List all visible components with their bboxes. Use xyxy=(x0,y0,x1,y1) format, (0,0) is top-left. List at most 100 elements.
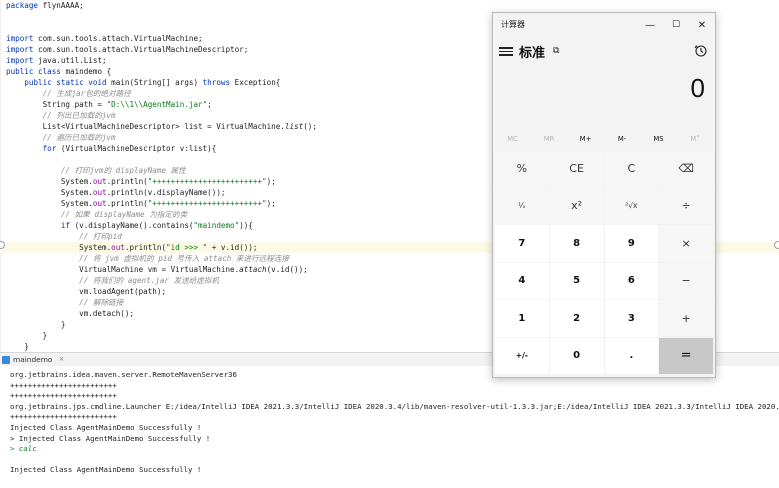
memory-button-m[interactable]: M+ xyxy=(567,131,604,147)
history-icon[interactable] xyxy=(694,44,708,58)
code-token: (v.displayName().contains( xyxy=(74,221,194,230)
close-button[interactable]: ✕ xyxy=(689,13,715,37)
code-line[interactable]: // 如果 displayName 为指定的类 xyxy=(6,209,187,220)
code-line[interactable]: // 遍历已加载的jvm xyxy=(6,132,116,143)
code-line[interactable]: List<VirtualMachineDescriptor> list = Vi… xyxy=(6,121,317,132)
console-line: Injected Class AgentMainDemo Successfull… xyxy=(10,465,202,475)
code-line[interactable]: vm.detach(); xyxy=(6,308,134,319)
scroll-marker-icon xyxy=(774,241,779,249)
code-line[interactable]: // 将我们的 agent.jar 发送给虚拟机 xyxy=(6,275,219,286)
code-line[interactable]: package flynAAAA; xyxy=(6,0,84,11)
digit-1-key[interactable]: 1 xyxy=(495,300,549,337)
code-line[interactable]: // 列出已加载的jvm xyxy=(6,110,116,121)
code-token: public static void xyxy=(24,78,112,87)
code-line[interactable]: // 打印jvm的 displayName 属性 xyxy=(6,165,186,176)
digit-7-key[interactable]: 7 xyxy=(495,225,549,262)
code-line[interactable]: VirtualMachine vm = VirtualMachine.attac… xyxy=(6,264,308,275)
code-line[interactable]: if (v.displayName().contains("maindemo")… xyxy=(6,220,253,231)
square-root-key[interactable]: ²√x xyxy=(604,187,659,224)
code-token: ; xyxy=(207,100,212,109)
code-token: System. xyxy=(6,199,93,208)
code-line[interactable]: System.out.println(v.displayName()); xyxy=(6,187,226,198)
memory-button-m[interactable]: M- xyxy=(604,131,641,147)
code-line[interactable]: for (VirtualMachineDescriptor v:list){ xyxy=(6,143,217,154)
decimal-key[interactable]: . xyxy=(604,337,659,374)
square-key[interactable]: x² xyxy=(549,187,604,224)
code-line[interactable]: public class maindemo { xyxy=(6,66,111,77)
percent-key[interactable]: % xyxy=(495,150,549,187)
memory-button-ms[interactable]: MS xyxy=(640,131,677,147)
code-token: ); xyxy=(266,177,276,186)
code-token: main(String[] args) xyxy=(111,78,203,87)
backspace-key[interactable]: ⌫ xyxy=(659,150,713,187)
memory-button-m: M˅ xyxy=(690,135,700,143)
code-line[interactable]: import java.util.List; xyxy=(6,55,107,66)
clear-key[interactable]: C xyxy=(604,150,659,187)
add-key[interactable]: + xyxy=(659,300,713,337)
close-tab-icon[interactable]: × xyxy=(58,354,64,365)
code-line[interactable]: // 将 jvm 虚拟机的 pid 号传入 attach 来进行远程连接 xyxy=(6,253,289,264)
run-tab-maindemo[interactable]: maindemo × xyxy=(2,354,64,365)
digit-2-key[interactable]: 2 xyxy=(549,300,604,337)
code-token: out xyxy=(111,243,125,252)
subtract-key[interactable]: − xyxy=(659,262,713,299)
code-token: // 遍历已加载的jvm xyxy=(6,133,116,142)
code-line[interactable]: System.out.println("++++++++++++++++++++… xyxy=(6,198,276,209)
digit-3-key[interactable]: 3 xyxy=(604,300,659,337)
console-output[interactable]: org.jetbrains.idea.maven.server.RemoteMa… xyxy=(0,366,779,488)
code-token: package xyxy=(6,1,43,10)
calculator-header: 标准 ⧉ xyxy=(493,37,715,71)
code-token: vm.loadAgent(path); xyxy=(6,287,167,296)
digit-5-key[interactable]: 5 xyxy=(549,262,604,299)
console-line: ++++++++++++++++++++++++ xyxy=(10,412,117,422)
window-title: 计算器 xyxy=(501,20,525,29)
code-token: String path = xyxy=(6,100,107,109)
clear-entry-key[interactable]: CE xyxy=(549,150,604,187)
multiply-key[interactable]: × xyxy=(659,225,713,262)
code-token: (v.id()); xyxy=(266,265,308,274)
console-line: ++++++++++++++++++++++++ xyxy=(10,391,117,401)
code-line[interactable]: } xyxy=(6,330,48,341)
menu-icon[interactable] xyxy=(499,45,513,59)
code-token: Exception{ xyxy=(234,78,281,87)
digit-0-key[interactable]: 0 xyxy=(549,337,604,374)
code-line[interactable]: import com.sun.tools.attach.VirtualMachi… xyxy=(6,44,248,55)
code-token: if xyxy=(60,221,75,230)
code-line[interactable]: String path = "D:\\1\\AgentMain.jar"; xyxy=(6,99,212,110)
code-line[interactable]: import com.sun.tools.attach.VirtualMachi… xyxy=(6,33,203,44)
minimize-button[interactable]: — xyxy=(637,13,663,37)
memory-row: MC MR M+ M- MS M˅ xyxy=(493,131,715,147)
digit-8-key[interactable]: 8 xyxy=(549,225,604,262)
digit-4-key[interactable]: 4 xyxy=(495,262,549,299)
negate-key[interactable]: +/- xyxy=(495,337,549,374)
calculator-titlebar[interactable]: 计算器 — ☐ ✕ xyxy=(493,13,715,37)
code-token: } xyxy=(6,331,48,340)
code-token: import xyxy=(6,56,39,65)
code-line[interactable]: } xyxy=(6,319,66,330)
code-line[interactable]: // 生成jar包的绝对路径 xyxy=(6,88,131,99)
code-line[interactable]: System.out.println("++++++++++++++++++++… xyxy=(6,176,276,187)
code-line[interactable]: } xyxy=(6,341,29,352)
maximize-button[interactable]: ☐ xyxy=(663,13,689,37)
keep-on-top-icon[interactable]: ⧉ xyxy=(553,46,559,56)
memory-button-mr: MR xyxy=(543,135,555,143)
code-line[interactable]: // 解除链接 xyxy=(6,297,123,308)
equals-key[interactable]: = xyxy=(659,337,713,374)
reciprocal-key[interactable]: ¹⁄ₓ xyxy=(495,187,549,224)
digit-6-key[interactable]: 6 xyxy=(604,262,659,299)
code-token: com.sun.tools.attach.VirtualMachineDescr… xyxy=(38,45,249,54)
code-token: ); xyxy=(266,199,276,208)
code-token: vm.detach(); xyxy=(6,309,135,318)
code-token: out xyxy=(92,199,107,208)
code-token: .println(v.displayName()); xyxy=(106,188,226,197)
digit-9-key[interactable]: 9 xyxy=(604,225,659,262)
code-line[interactable]: // 打印pid xyxy=(6,231,122,242)
code-token: import xyxy=(6,34,39,43)
run-config-icon xyxy=(2,355,10,364)
divide-key[interactable]: ÷ xyxy=(659,187,713,224)
code-token: out xyxy=(92,188,107,197)
code-line[interactable]: public static void main(String[] args) t… xyxy=(6,77,280,88)
code-line[interactable]: vm.loadAgent(path); xyxy=(6,286,166,297)
